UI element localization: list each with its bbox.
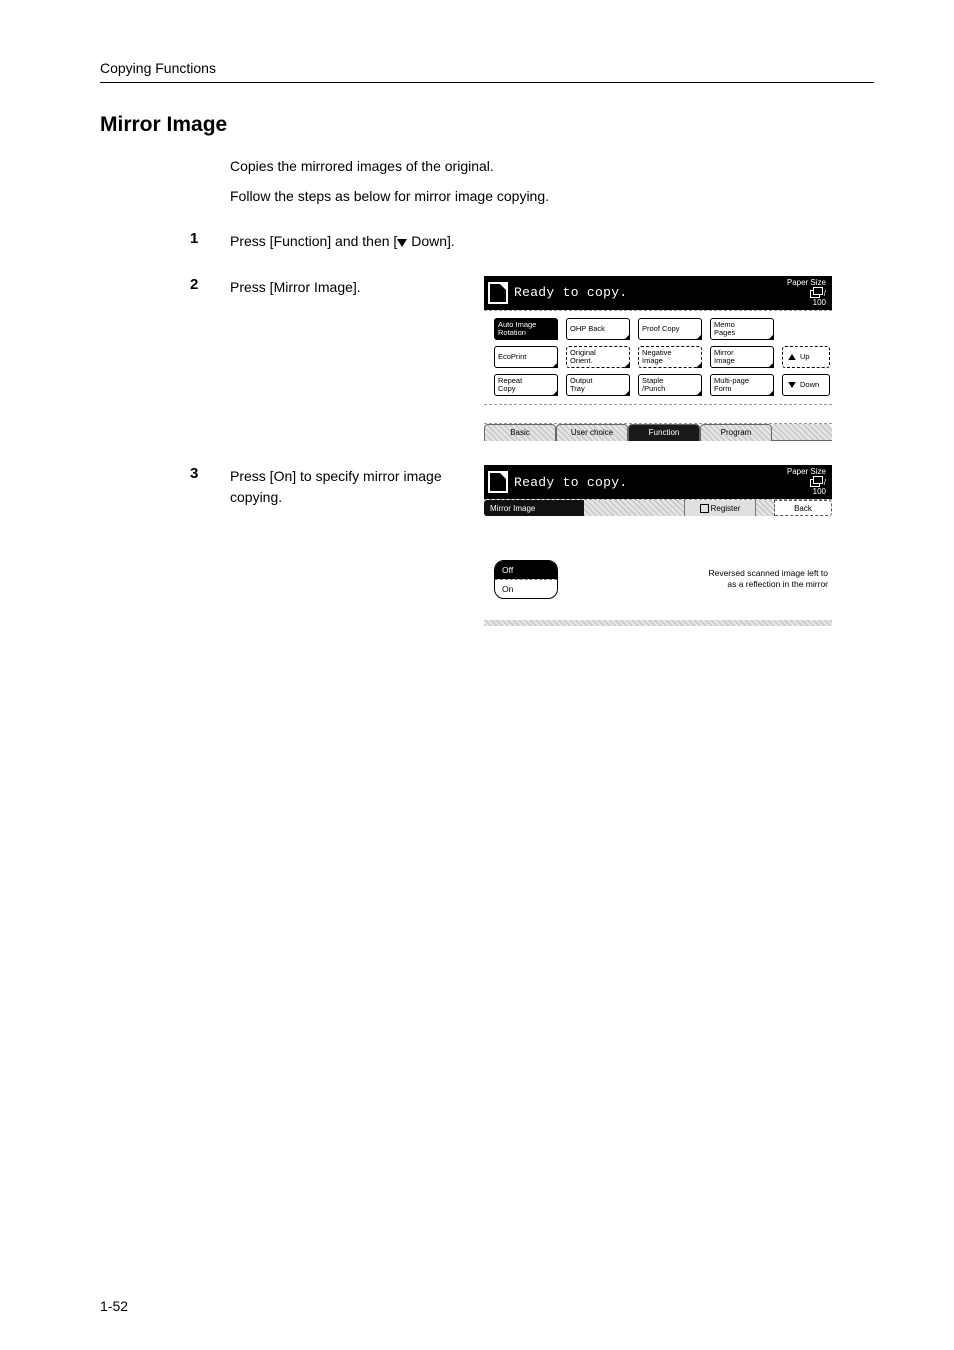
step-2-text: Press [Mirror Image]. bbox=[230, 276, 460, 298]
stack-icon bbox=[810, 287, 822, 297]
staple-punch-button[interactable]: Staple /Punch bbox=[638, 374, 702, 396]
repeat-copy-button[interactable]: Repeat Copy bbox=[494, 374, 558, 396]
output-tray-button[interactable]: Output Tray bbox=[566, 374, 630, 396]
back-button[interactable]: Back bbox=[774, 500, 832, 516]
down-triangle-icon bbox=[788, 382, 796, 388]
mirror-toggle-group: Off On bbox=[494, 560, 558, 599]
document-icon bbox=[488, 471, 508, 493]
option-off[interactable]: Off bbox=[495, 561, 557, 579]
step-3-number: 3 bbox=[100, 465, 230, 482]
ohp-back-button[interactable]: OHP Back bbox=[566, 318, 630, 340]
auto-image-rotation-button[interactable]: Auto Image Rotation bbox=[494, 318, 558, 340]
hint-text: Reversed scanned image left to as a refl… bbox=[708, 568, 828, 589]
running-head: Copying Functions bbox=[100, 60, 874, 83]
copy-count: 100 bbox=[787, 488, 826, 496]
page-number: 1-52 bbox=[100, 1298, 128, 1314]
ready-status: Ready to copy. bbox=[514, 285, 627, 300]
tab-program[interactable]: Program bbox=[700, 424, 772, 441]
mirror-image-button[interactable]: Mirror Image bbox=[710, 346, 774, 368]
option-on[interactable]: On bbox=[495, 579, 557, 598]
step-1-text: Press [Function] and then [ Down]. bbox=[230, 230, 455, 252]
step-2-number: 2 bbox=[100, 276, 230, 293]
section-title: Mirror Image bbox=[100, 113, 874, 137]
intro-line-2: Follow the steps as below for mirror ima… bbox=[230, 185, 874, 207]
up-triangle-icon bbox=[788, 354, 796, 360]
step-3-text: Press [On] to specify mirror image copyi… bbox=[230, 465, 460, 508]
negative-image-button[interactable]: Negative Image bbox=[638, 346, 702, 368]
intro-line-1: Copies the mirrored images of the origin… bbox=[230, 155, 874, 177]
proof-copy-button[interactable]: Proof Copy bbox=[638, 318, 702, 340]
paper-size-label: Paper Size bbox=[787, 468, 826, 476]
paper-size-label: Paper Size bbox=[787, 279, 826, 287]
stack-icon bbox=[810, 476, 822, 486]
original-orient-button[interactable]: Original Orient. bbox=[566, 346, 630, 368]
up-nav-button[interactable]: Up bbox=[782, 346, 830, 368]
multipage-form-button[interactable]: Multi-page Form bbox=[710, 374, 774, 396]
down-nav-button[interactable]: Down bbox=[782, 374, 830, 396]
document-icon bbox=[488, 282, 508, 304]
ready-status: Ready to copy. bbox=[514, 475, 627, 490]
tab-bar: Basic User choice Function Program bbox=[484, 424, 832, 441]
tab-user-choice[interactable]: User choice bbox=[556, 424, 628, 441]
down-triangle-icon bbox=[397, 239, 407, 247]
tab-function[interactable]: Function bbox=[628, 424, 700, 441]
copier-screen-function-list: Ready to copy. Paper Size / 100 Auto Ima… bbox=[484, 276, 832, 441]
memo-pages-button[interactable]: Memo Pages bbox=[710, 318, 774, 340]
step-1-number: 1 bbox=[100, 230, 230, 247]
tab-basic[interactable]: Basic bbox=[484, 424, 556, 441]
copier-screen-mirror-image: Ready to copy. Paper Size / 100 Mirror I… bbox=[484, 465, 832, 626]
copy-count: 100 bbox=[787, 299, 826, 307]
ecoprint-button[interactable]: EcoPrint bbox=[494, 346, 558, 368]
crumb-mirror-image: Mirror Image bbox=[484, 500, 584, 516]
register-button[interactable]: Register bbox=[684, 500, 756, 516]
